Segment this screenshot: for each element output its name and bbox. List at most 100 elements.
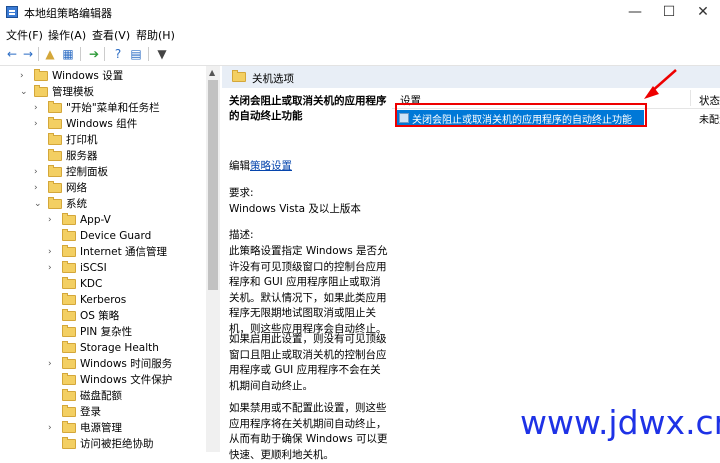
folder-icon (232, 70, 246, 82)
toolbar-divider (148, 47, 149, 61)
expand-icon[interactable]: › (48, 420, 58, 436)
title-bar: 本地组策略编辑器 — ☐ ✕ (0, 0, 720, 25)
requirement-value: Windows Vista 及以上版本 (229, 203, 361, 215)
tree-item-label: Windows 文件保护 (80, 374, 173, 386)
tree-item-label: Device Guard (80, 230, 152, 242)
tree-item-label: iSCSI (80, 262, 107, 274)
scroll-up-icon[interactable]: ▲ (209, 68, 215, 77)
expand-icon[interactable]: › (34, 116, 44, 132)
settings-list: 设置 状态 关闭会阻止或取消关机的应用程序的自动终止功能 未配置 (392, 88, 720, 452)
navigation-tree: › Windows 设置 ⌄ 管理模板 › "开始"菜单和任务栏 › Windo… (0, 66, 206, 452)
expand-icon[interactable]: › (48, 260, 58, 276)
tree-item-label: OS 策略 (80, 310, 120, 322)
edit-policy-link[interactable]: 策略设置 (250, 160, 292, 172)
folder-icon (48, 117, 62, 129)
category-title: 关机选项 (252, 73, 294, 85)
edit-policy-line: 编辑策略设置 (229, 158, 292, 173)
filter-icon[interactable]: ▼ (154, 46, 170, 62)
folder-icon (62, 421, 76, 433)
tree-item-label: 系统 (66, 198, 87, 210)
toolbar-divider (38, 47, 39, 61)
close-button[interactable]: ✕ (686, 0, 720, 25)
expand-icon[interactable]: › (20, 68, 30, 84)
tree-item-label: 电源管理 (80, 422, 122, 434)
expand-icon[interactable]: › (48, 244, 58, 260)
folder-icon (62, 229, 76, 241)
tree-item-label: 控制面板 (66, 166, 108, 178)
folder-icon (62, 405, 76, 417)
toolbar-divider (104, 47, 105, 61)
tree-item-label: 服务器 (66, 150, 98, 162)
menu-file[interactable]: 文件(F) (6, 27, 43, 43)
forward-icon[interactable]: → (20, 46, 36, 62)
help-icon[interactable]: ? (110, 46, 126, 62)
folder-icon (62, 389, 76, 401)
policy-title: 关闭会阻止或取消关机的应用程序的自动终止功能 (229, 95, 387, 122)
folder-icon (48, 101, 62, 113)
up-folder-icon[interactable]: ▲ (42, 46, 58, 62)
tree-item-label: KDC (80, 278, 103, 290)
folder-icon (34, 85, 48, 97)
column-divider[interactable] (690, 90, 691, 106)
collapse-icon[interactable]: ⌄ (34, 196, 44, 212)
tree-item-label: Kerberos (80, 294, 127, 306)
expand-icon[interactable]: › (34, 180, 44, 196)
policy-editor-icon (6, 6, 18, 18)
tree-item-label: 磁盘配额 (80, 390, 122, 402)
maximize-button[interactable]: ☐ (652, 0, 686, 25)
menu-action[interactable]: 操作(A) (48, 27, 86, 43)
watermark: www.jdwx.cn (520, 403, 720, 442)
menu-view[interactable]: 查看(V) (92, 27, 130, 43)
scrollbar-thumb[interactable] (208, 80, 218, 290)
expand-icon[interactable]: › (48, 356, 58, 372)
folder-icon (62, 277, 76, 289)
tree-item-label: Windows 时间服务 (80, 358, 173, 370)
minimize-button[interactable]: — (618, 0, 652, 25)
tree-item-label: PIN 复杂性 (80, 326, 133, 338)
expand-icon[interactable]: › (34, 100, 44, 116)
folder-icon (48, 149, 62, 161)
expand-icon[interactable]: › (48, 212, 58, 228)
description-label: 描述: (229, 229, 254, 241)
back-icon[interactable]: ← (4, 46, 20, 62)
menu-help[interactable]: 帮助(H) (136, 27, 175, 43)
folder-icon (62, 373, 76, 385)
folder-icon (62, 213, 76, 225)
tree-item-label: 访问被拒绝协助 (80, 438, 154, 450)
tree-item-label: 打印机 (66, 134, 98, 146)
expand-icon[interactable]: › (34, 164, 44, 180)
tree-item-label: 网络 (66, 182, 87, 194)
folder-icon (48, 197, 62, 209)
folder-icon (62, 341, 76, 353)
folder-icon (34, 69, 48, 81)
toolbar-divider (80, 47, 81, 61)
enabled-text: 如果启用此设置，则没有可见顶级窗口且阻止或取消关机的控制台应用程序或 GUI 应… (229, 333, 387, 392)
show-hide-tree-icon[interactable]: ▦ (60, 46, 76, 62)
column-header-state[interactable]: 状态 (699, 93, 720, 108)
folder-icon (48, 181, 62, 193)
window-title: 本地组策略编辑器 (24, 7, 112, 20)
tree-item-label: Storage Health (80, 342, 159, 354)
toolbar: ← → ▲ ▦ ➔ ? ▤ ▼ (0, 43, 720, 66)
tree-scrollbar[interactable]: ▲ (206, 66, 220, 452)
properties-icon[interactable]: ▤ (128, 46, 144, 62)
export-list-icon[interactable]: ➔ (86, 46, 102, 62)
folder-icon (62, 309, 76, 321)
folder-icon (62, 261, 76, 273)
description-panel: 关闭会阻止或取消关机的应用程序的自动终止功能 编辑策略设置 要求: Window… (222, 88, 392, 461)
requirement-label: 要求: (229, 187, 254, 199)
folder-icon (62, 357, 76, 369)
tree-item-label: Windows 组件 (66, 118, 138, 130)
collapse-icon[interactable]: ⌄ (20, 84, 30, 100)
tree-item-label: App-V (80, 214, 111, 226)
highlight-box (395, 103, 647, 127)
folder-icon (48, 165, 62, 177)
tree-item-label: Internet 通信管理 (80, 246, 168, 258)
folder-icon (62, 293, 76, 305)
category-header: 关机选项 (222, 66, 720, 89)
folder-icon (62, 437, 76, 449)
disabled-text: 如果禁用或不配置此设置，则这些应用程序将在关机期间自动终止，从而有助于确保 Wi… (229, 402, 388, 461)
menu-bar: 文件(F) 操作(A) 查看(V) 帮助(H) (0, 25, 720, 43)
folder-icon (48, 133, 62, 145)
tree-item-label: 登录 (80, 406, 101, 418)
